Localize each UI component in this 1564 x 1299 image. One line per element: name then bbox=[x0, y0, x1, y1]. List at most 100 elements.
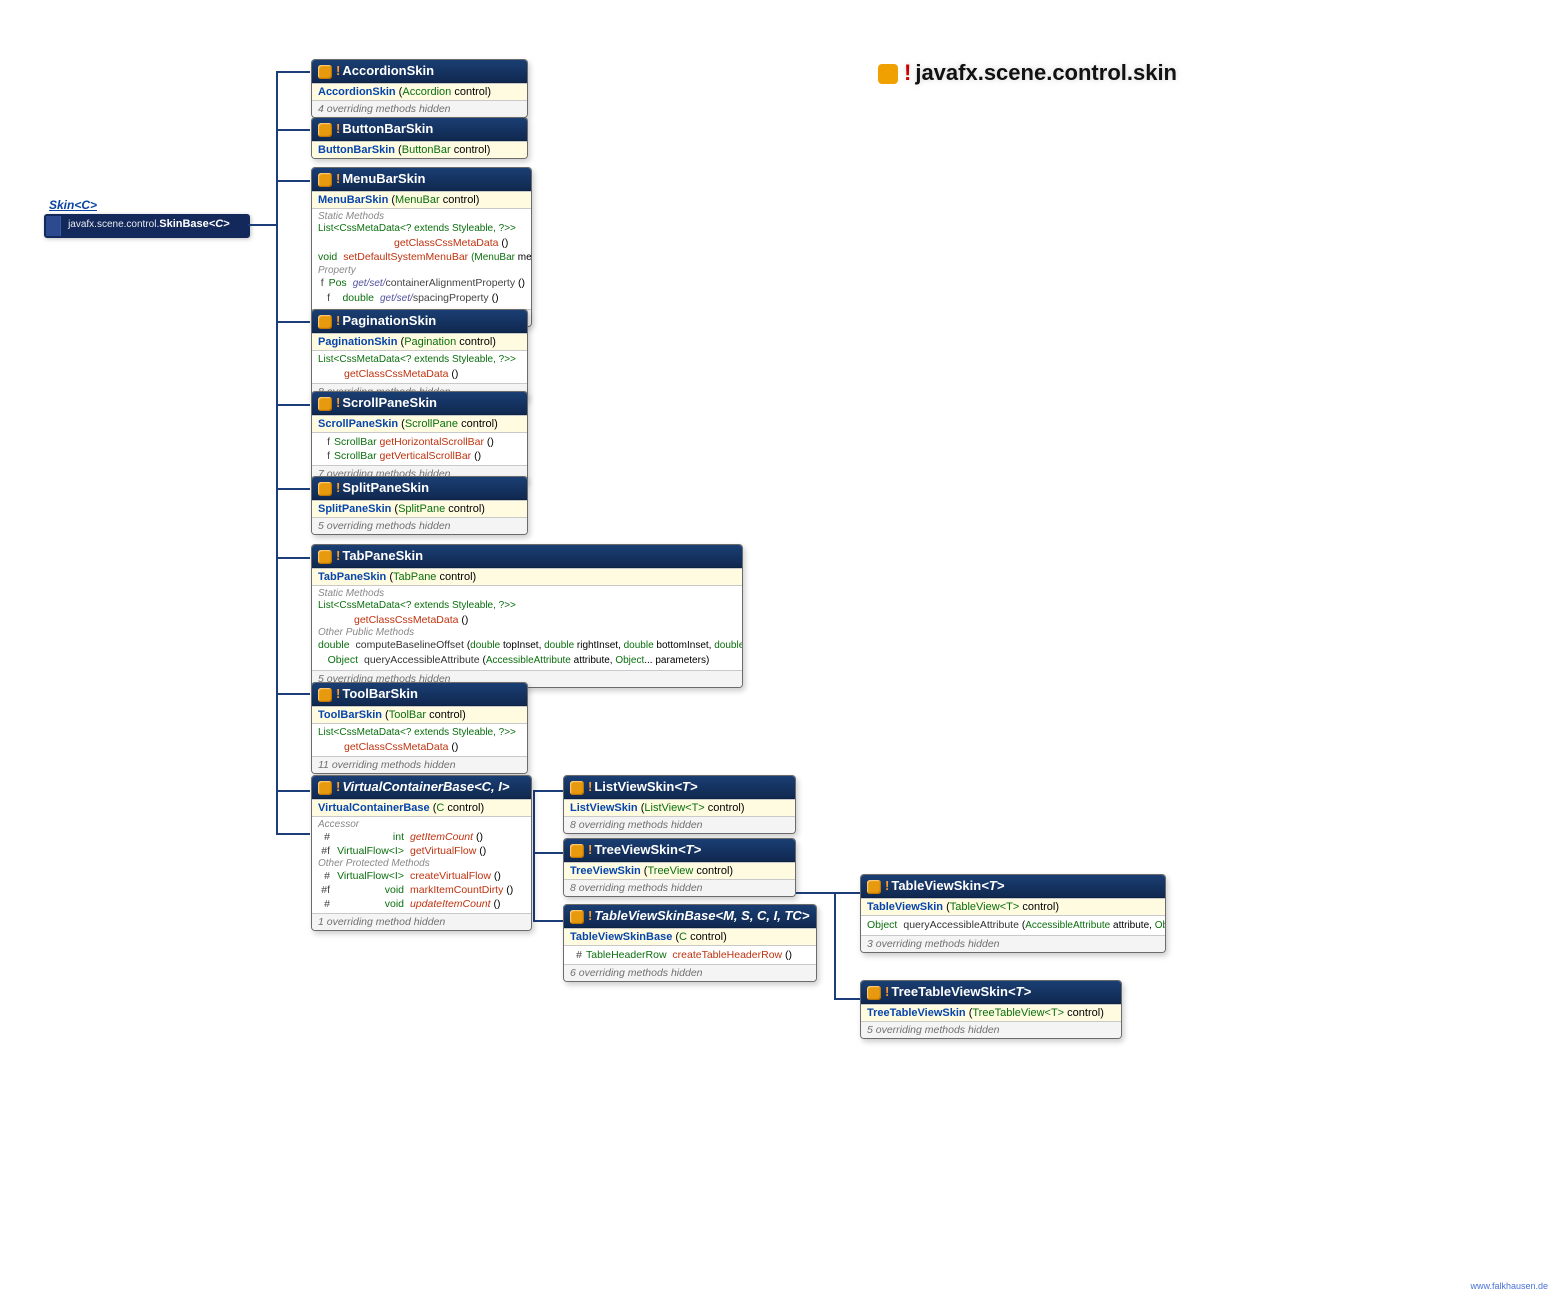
class-buttonbar-skin[interactable]: !ButtonBarSkin ButtonBarSkin (ButtonBar … bbox=[311, 117, 528, 159]
ret-type: List<CssMetaData<? extends Styleable, ?>… bbox=[318, 223, 516, 234]
ctor-param-type: MenuBar bbox=[395, 194, 440, 206]
interface-label: Skin bbox=[49, 198, 74, 212]
hidden-note: 8 overriding methods hidden bbox=[570, 882, 703, 894]
wire bbox=[248, 224, 276, 226]
bang-icon: ! bbox=[885, 984, 889, 999]
section-label-property: Property bbox=[318, 265, 525, 276]
class-name: TreeViewSkin bbox=[594, 842, 678, 857]
wire bbox=[276, 790, 278, 835]
ctor-name: TreeViewSkin bbox=[570, 865, 641, 877]
ret-type: List<CssMetaData<? extends Styleable, ?>… bbox=[318, 354, 516, 365]
bang-icon: ! bbox=[336, 480, 340, 495]
bang-icon: ! bbox=[336, 395, 340, 410]
class-menubar-skin[interactable]: !MenuBarSkin MenuBarSkin (MenuBar contro… bbox=[311, 167, 532, 327]
class-icon bbox=[570, 910, 584, 924]
class-icon bbox=[318, 123, 332, 137]
wire bbox=[834, 892, 860, 894]
ctor-param-type: TreeTableView<T> bbox=[972, 1007, 1064, 1019]
ret-type: double bbox=[318, 639, 350, 651]
class-name: TreeTableViewSkin bbox=[891, 984, 1008, 999]
class-icon bbox=[318, 482, 332, 496]
method-name: getClassCssMetaData bbox=[344, 741, 448, 753]
ctor-name: TableViewSkinBase bbox=[570, 931, 672, 943]
ctor-param-name: control bbox=[1022, 901, 1055, 913]
class-name: ListViewSkin bbox=[594, 779, 674, 794]
hidden-note: 4 overriding methods hidden bbox=[318, 103, 451, 115]
ctor-param-type: ToolBar bbox=[389, 709, 426, 721]
ret-type: TableHeaderRow bbox=[586, 949, 667, 961]
class-treetableview-skin[interactable]: !TreeTableViewSkin<T> TreeTableViewSkin … bbox=[860, 980, 1122, 1039]
ret-type: ScrollBar bbox=[334, 450, 377, 462]
ctor-param-name: control bbox=[459, 336, 492, 348]
section-label-static: Static Methods bbox=[318, 211, 525, 222]
section-label-accessor: Accessor bbox=[318, 819, 525, 830]
interface-link-skin[interactable]: Skin<C> bbox=[49, 198, 97, 212]
ctor-name: SplitPaneSkin bbox=[318, 503, 391, 515]
class-pagination-skin[interactable]: !PaginationSkin PaginationSkin (Paginati… bbox=[311, 309, 528, 401]
class-name: VirtualContainerBase bbox=[342, 779, 474, 794]
hidden-note: 6 overriding methods hidden bbox=[570, 967, 703, 979]
class-listview-skin[interactable]: !ListViewSkin<T> ListViewSkin (ListView<… bbox=[563, 775, 796, 834]
wire bbox=[834, 998, 860, 1000]
ctor-param-name: control bbox=[708, 802, 741, 814]
class-toolbar-skin[interactable]: !ToolBarSkin ToolBarSkin (ToolBar contro… bbox=[311, 682, 528, 774]
skinbase-box[interactable]: javafx.scene.control.SkinBase<C> bbox=[44, 214, 250, 238]
method-sig: () bbox=[474, 450, 481, 462]
bang-icon: ! bbox=[588, 779, 592, 794]
ctor-name: TreeTableViewSkin bbox=[867, 1007, 966, 1019]
hidden-note: 5 overriding methods hidden bbox=[318, 520, 451, 532]
ctor-param-name: control bbox=[447, 802, 480, 814]
class-treeview-skin[interactable]: !TreeViewSkin<T> TreeViewSkin (TreeView … bbox=[563, 838, 796, 897]
ctor-param-type: ScrollPane bbox=[405, 418, 458, 430]
section-label-other: Other Public Methods bbox=[318, 627, 736, 638]
ctor-name: TabPaneSkin bbox=[318, 571, 386, 583]
method-sig: () bbox=[494, 870, 501, 882]
method-sig: () bbox=[451, 741, 458, 753]
ctor-param-type: Accordion bbox=[402, 86, 451, 98]
ctor-param-name: control bbox=[696, 865, 729, 877]
class-virtualcontainerbase[interactable]: !VirtualContainerBase<C, I> VirtualConta… bbox=[311, 775, 532, 931]
ctor-name: MenuBarSkin bbox=[318, 194, 388, 206]
method-name: getVirtualFlow bbox=[410, 845, 476, 857]
method-name: queryAccessibleAttribute bbox=[903, 919, 1019, 931]
method-sig: () bbox=[785, 949, 792, 961]
mod-flag: f bbox=[318, 449, 334, 463]
class-icon bbox=[318, 315, 332, 329]
class-tabpane-skin[interactable]: !TabPaneSkin TabPaneSkin (TabPane contro… bbox=[311, 544, 743, 688]
ctor-param-type: C bbox=[679, 931, 687, 943]
class-icon bbox=[318, 397, 332, 411]
class-generic: <C, I> bbox=[474, 779, 509, 794]
footer-credit[interactable]: www.falkhausen.de bbox=[1470, 1281, 1548, 1291]
class-name: TableViewSkin bbox=[891, 878, 981, 893]
method-name: containerAlignmentProperty bbox=[386, 277, 516, 289]
method-sig: () bbox=[506, 884, 513, 896]
class-tableviewskinbase[interactable]: !TableViewSkinBase<M, S, C, I, TC> Table… bbox=[563, 904, 817, 982]
accessor-tag: get/set/ bbox=[353, 278, 386, 289]
class-generic: <T> bbox=[678, 842, 701, 857]
ctor-name: TableViewSkin bbox=[867, 901, 943, 913]
class-icon bbox=[318, 173, 332, 187]
ctor-name: ScrollPaneSkin bbox=[318, 418, 398, 430]
ctor-name: VirtualContainerBase bbox=[318, 802, 430, 814]
class-splitpane-skin[interactable]: !SplitPaneSkin SplitPaneSkin (SplitPane … bbox=[311, 476, 528, 535]
ret-type: double bbox=[342, 292, 374, 304]
class-name: PaginationSkin bbox=[342, 313, 436, 328]
bang-icon: ! bbox=[336, 313, 340, 328]
method-name: markItemCountDirty bbox=[410, 884, 503, 896]
method-sig: () bbox=[501, 237, 508, 249]
wire bbox=[533, 852, 563, 854]
mod-flag: f bbox=[318, 276, 328, 290]
hidden-note: 8 overriding methods hidden bbox=[570, 819, 703, 831]
bang-icon: ! bbox=[336, 63, 340, 78]
ctor-param-type: ButtonBar bbox=[402, 144, 451, 156]
class-icon bbox=[867, 986, 881, 1000]
class-tableview-skin[interactable]: !TableViewSkin<T> TableViewSkin (TableVi… bbox=[860, 874, 1166, 953]
method-name: updateItemCount bbox=[410, 898, 491, 910]
class-scrollpane-skin[interactable]: !ScrollPaneSkin ScrollPaneSkin (ScrollPa… bbox=[311, 391, 528, 483]
hidden-note: 1 overriding method hidden bbox=[318, 916, 445, 928]
class-accordion-skin[interactable]: !AccordionSkin AccordionSkin (Accordion … bbox=[311, 59, 528, 118]
bang-icon: ! bbox=[336, 686, 340, 701]
ctor-param-type: TableView<T> bbox=[950, 901, 1020, 913]
ret-type: void bbox=[385, 898, 404, 910]
class-name: SplitPaneSkin bbox=[342, 480, 429, 495]
